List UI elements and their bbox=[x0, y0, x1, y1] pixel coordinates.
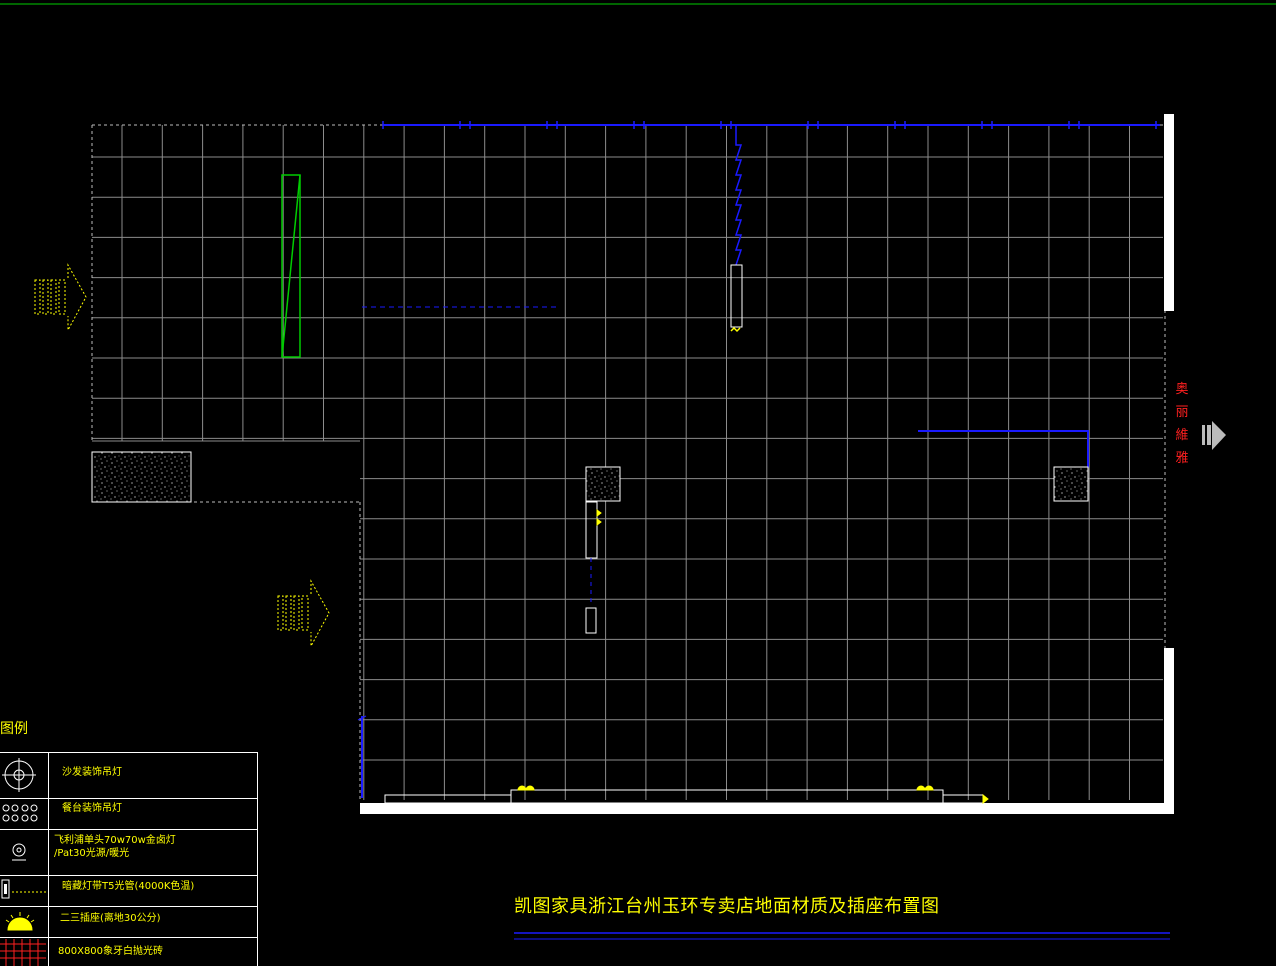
stone-column-center bbox=[585, 466, 621, 502]
legend-table: 沙发装饰吊灯 餐台装饰吊灯 飞利浦单头70w70w金卤灯 /Pat30光源/暖光… bbox=[0, 752, 258, 966]
legend-label-spotlight: 飞利浦单头70w70w金卤灯 /Pat30光源/暖光 bbox=[54, 835, 176, 859]
legend-label-pendant-dining: 餐台装饰吊灯 bbox=[62, 803, 122, 814]
floor-socket-icon bbox=[5, 912, 35, 931]
wall-right-lower bbox=[1164, 648, 1174, 814]
spotlight-icon bbox=[12, 843, 26, 861]
wire-right bbox=[918, 430, 1089, 468]
display-fixture-center bbox=[585, 501, 598, 559]
stone-column-right bbox=[1053, 466, 1089, 502]
ceiling-wiring-top bbox=[382, 121, 1160, 266]
legend-label-pendant-sofa: 沙发装饰吊灯 bbox=[62, 767, 122, 778]
room-boundary-dashed bbox=[91, 124, 1166, 800]
adjacent-store-label: 奥丽維雅 bbox=[1175, 382, 1189, 466]
green-display-rack bbox=[281, 174, 301, 358]
crosshair-lamp-icon bbox=[2, 758, 36, 792]
stone-block-left bbox=[91, 451, 192, 503]
legend-label-socket: 二三插座(离地30公分) bbox=[60, 913, 161, 924]
t5-light-strip-icon bbox=[1, 879, 48, 899]
legend-label-t5-strip: 暗藏灯带T5光管(4000K色温) bbox=[62, 881, 195, 892]
bottom-counters bbox=[384, 789, 984, 804]
wall-bottom bbox=[360, 803, 1174, 814]
display-fixture-small bbox=[585, 607, 597, 634]
floor-tile-grid bbox=[92, 125, 1163, 800]
legend-label-floor-tile: 800X800象牙白抛光砖 bbox=[58, 946, 164, 957]
legend-title: 图例 bbox=[0, 721, 28, 737]
socket-symbols bbox=[517, 509, 989, 805]
wall-right-upper bbox=[1164, 114, 1174, 311]
drawing-title: 凯图家具浙江台州玉环专卖店地面材质及插座布置图 bbox=[514, 896, 940, 917]
entrance-arrow-lower bbox=[277, 579, 330, 647]
dotted-lamp-row-icon bbox=[2, 804, 38, 822]
entrance-arrow-upper bbox=[34, 263, 87, 331]
exit-arrow-right bbox=[1202, 421, 1226, 450]
socket-marker bbox=[730, 326, 741, 333]
floor-tile-icon bbox=[0, 939, 46, 966]
